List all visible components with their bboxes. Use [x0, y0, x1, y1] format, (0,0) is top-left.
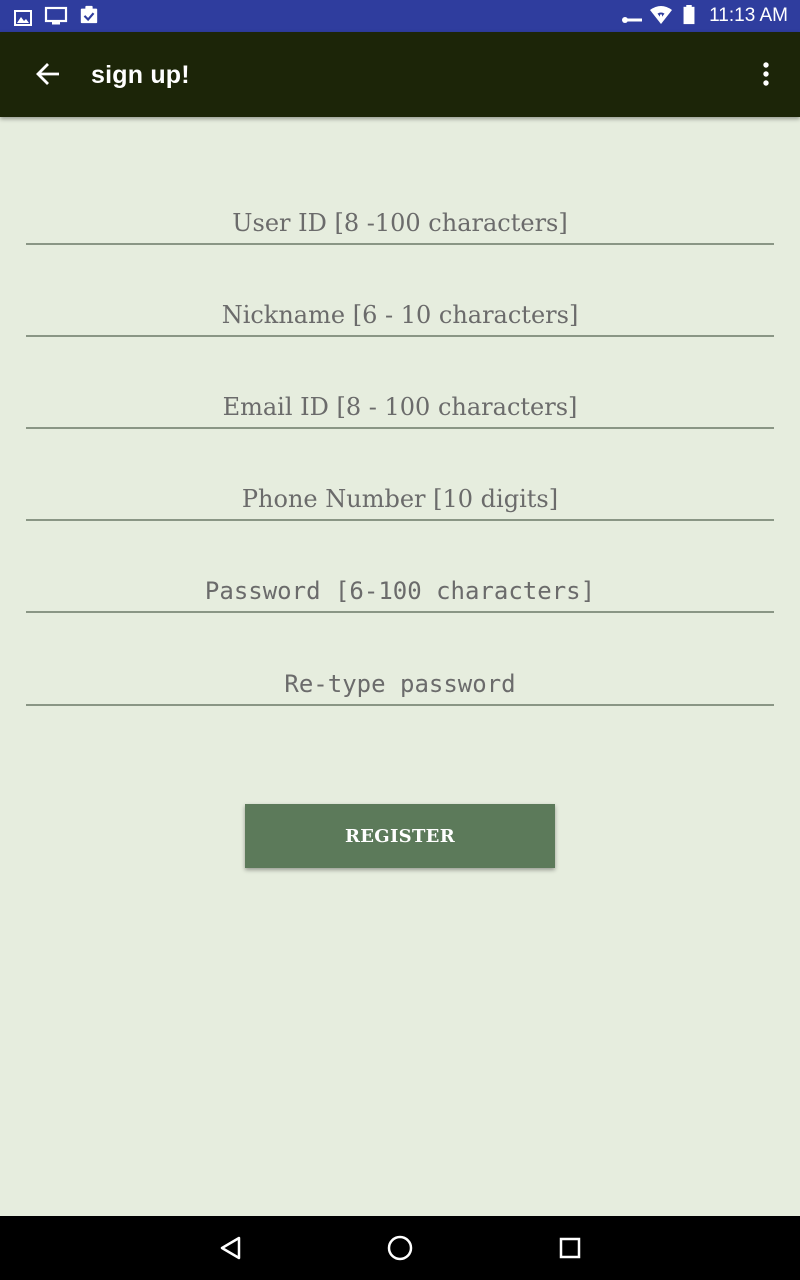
wifi-icon	[650, 6, 672, 24]
register-button[interactable]: REGISTER	[245, 804, 555, 868]
recents-square-icon	[559, 1237, 581, 1259]
monitor-icon	[44, 6, 68, 25]
password-input[interactable]	[26, 573, 774, 609]
image-icon	[14, 10, 32, 26]
password-field-container	[26, 565, 774, 613]
phone-input[interactable]	[26, 481, 774, 517]
status-bar: 11:13 AM	[0, 0, 800, 32]
key-icon	[622, 17, 642, 23]
user-id-field-container	[26, 197, 774, 245]
back-triangle-icon	[220, 1236, 241, 1260]
email-field-container	[26, 381, 774, 429]
arrow-back-icon	[36, 63, 59, 85]
nav-home-button[interactable]	[382, 1230, 418, 1266]
page-title: sign up!	[91, 61, 190, 89]
status-time: 11:13 AM	[709, 5, 788, 26]
clipboard-check-icon	[80, 5, 98, 24]
system-nav-bar	[0, 1216, 800, 1280]
nickname-field-container	[26, 289, 774, 337]
retype-password-input[interactable]	[26, 666, 774, 702]
app-toolbar: sign up!	[0, 32, 800, 117]
nav-back-button[interactable]	[212, 1230, 248, 1266]
home-circle-icon	[387, 1235, 413, 1261]
more-vert-icon	[763, 62, 769, 86]
nav-recents-button[interactable]	[552, 1230, 588, 1266]
battery-icon	[683, 5, 695, 25]
email-input[interactable]	[26, 389, 774, 425]
nickname-input[interactable]	[26, 297, 774, 333]
overflow-menu-button[interactable]	[748, 54, 784, 94]
retype-password-field-container	[26, 658, 774, 706]
back-button[interactable]	[24, 50, 72, 98]
phone-field-container	[26, 473, 774, 521]
user-id-input[interactable]	[26, 205, 774, 241]
